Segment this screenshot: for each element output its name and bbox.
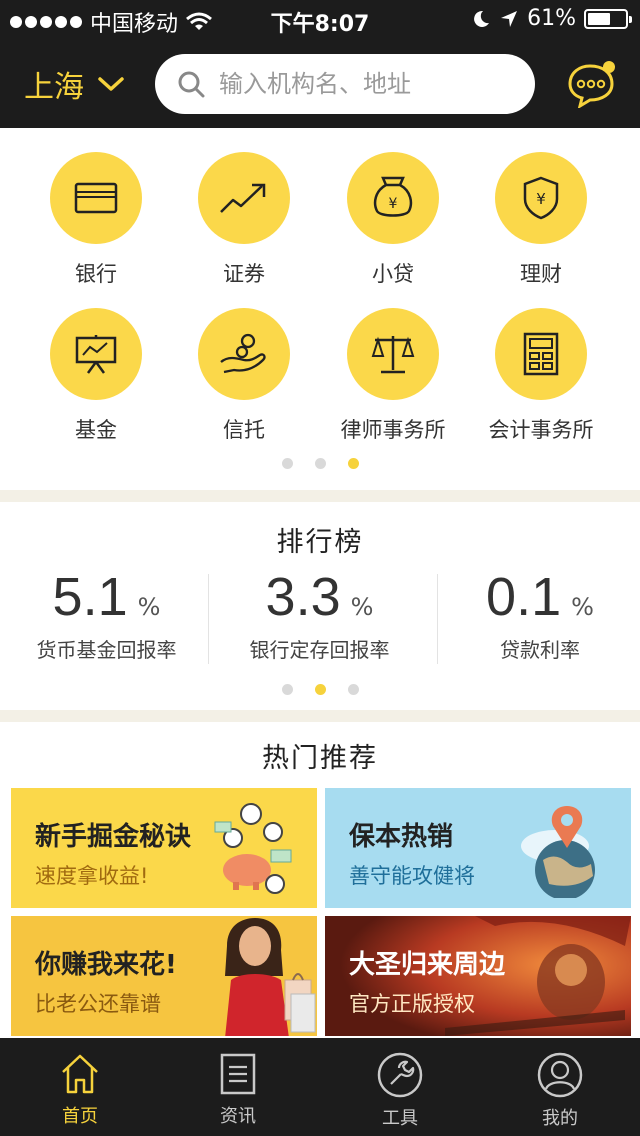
bank-card-icon — [74, 182, 118, 214]
svg-text:¥: ¥ — [389, 196, 398, 212]
promo-card-title: 保本热销 — [349, 822, 454, 852]
promo-card-subtitle: 比老公还靠谱 — [35, 992, 161, 1016]
app-header: 上海 — [0, 40, 640, 128]
tab-label: 资讯 — [220, 1106, 256, 1127]
wrench-icon — [377, 1052, 423, 1098]
pager-dot[interactable] — [281, 458, 293, 469]
ranking-label: 货币基金回报率 — [36, 638, 177, 662]
promo-card-subtitle: 官方正版授权 — [349, 992, 475, 1016]
shopping-woman-image — [225, 918, 316, 1036]
promo-card-title: 你赚我来花! — [35, 950, 177, 980]
tab-label: 我的 — [542, 1108, 578, 1129]
category-label: 证券 — [223, 262, 265, 286]
location-arrow-icon — [501, 10, 518, 27]
pager-dot-active[interactable] — [314, 684, 326, 695]
pager-dot-active[interactable] — [347, 458, 359, 469]
ranking-pager[interactable] — [0, 684, 640, 695]
promo-card-title: 大圣归来周边 — [349, 950, 506, 980]
chevron-down-icon — [98, 77, 124, 91]
ranking-section: 排行榜 5.1% 货币基金回报率 3.3% 银行定存回报率 0.1% 贷款利率 — [0, 502, 640, 710]
presentation-chart-icon — [75, 335, 117, 374]
hot-title: 热门推荐 — [262, 743, 378, 774]
ranking-label: 银行定存回报率 — [249, 638, 390, 662]
message-bubble-icon[interactable] — [566, 60, 618, 108]
category-label: 理财 — [520, 262, 562, 286]
category-microloan[interactable]: ¥ 小贷 — [318, 152, 468, 288]
tab-label: 首页 — [62, 1106, 98, 1127]
pager-dot[interactable] — [281, 684, 293, 695]
hand-coin-icon — [220, 333, 266, 374]
divider — [437, 574, 438, 664]
promo-card-monkey-king[interactable]: 大圣归来周边 官方正版授权 — [325, 916, 631, 1036]
tab-profile[interactable]: 我的 — [480, 1038, 640, 1136]
category-label: 基金 — [75, 418, 117, 442]
category-grid: 银行 证券 ¥ 小贷 ¥ 理财 基金 信托 律师事务所 会计事务所 — [0, 128, 640, 490]
ranking-item[interactable]: 3.3% 银行定存回报率 — [213, 566, 426, 663]
status-bar: 中国移动 下午8:07 61% — [0, 0, 640, 40]
category-trust[interactable]: 信托 — [169, 308, 319, 444]
stock-trend-icon — [220, 183, 266, 213]
category-pager[interactable] — [0, 458, 640, 469]
category-wealth[interactable]: ¥ 理财 — [466, 152, 616, 288]
pager-dot[interactable] — [314, 458, 326, 469]
ranking-value: 5.1 — [52, 567, 128, 627]
category-fund[interactable]: 基金 — [21, 308, 171, 444]
ranking-unit: % — [571, 593, 594, 621]
ranking-item[interactable]: 0.1% 贷款利率 — [440, 566, 640, 663]
tab-label: 工具 — [382, 1108, 418, 1129]
promo-card-principal[interactable]: 保本热销 善守能攻健将 — [325, 788, 631, 908]
promo-card-title: 新手掘金秘诀 — [35, 822, 192, 852]
shield-yuan-icon: ¥ — [523, 176, 559, 220]
piggy-bank-clock-icon — [214, 803, 292, 894]
money-bag-icon: ¥ — [373, 176, 413, 217]
battery-percent: 61% — [527, 6, 576, 31]
category-label: 银行 — [75, 262, 117, 286]
ranking-label: 贷款利率 — [500, 638, 580, 662]
ranking-unit: % — [137, 593, 161, 621]
category-label: 信托 — [223, 418, 265, 442]
city-selector[interactable]: 上海 — [24, 62, 124, 106]
promo-card-newbie[interactable]: 新手掘金秘诀 速度拿收益! — [11, 788, 317, 908]
category-law-firm[interactable]: 律师事务所 — [318, 308, 468, 444]
pager-dot[interactable] — [347, 684, 359, 695]
category-label: 律师事务所 — [340, 418, 446, 442]
moon-icon — [474, 10, 490, 27]
promo-card-subtitle: 速度拿收益! — [35, 864, 149, 888]
category-bank[interactable]: 银行 — [21, 152, 171, 288]
promo-card-subtitle: 善守能攻健将 — [349, 864, 475, 888]
search-icon — [178, 71, 205, 98]
tab-home[interactable]: 首页 — [0, 1038, 160, 1136]
category-label: 会计事务所 — [488, 418, 594, 442]
search-input[interactable] — [219, 70, 519, 98]
category-accounting-firm[interactable]: 会计事务所 — [466, 308, 616, 444]
divider — [208, 574, 209, 664]
category-label: 小贷 — [372, 262, 414, 286]
scales-icon — [371, 336, 415, 374]
home-icon — [62, 1054, 98, 1094]
user-icon — [537, 1052, 583, 1098]
hot-recommend-section: 热门推荐 新手掘金秘诀 速度拿收益! 保本热销 善守能攻健将 你赚我来花! 比老… — [0, 722, 640, 1038]
ranking-value: 3.3 — [265, 567, 341, 627]
tab-tools[interactable]: 工具 — [320, 1038, 480, 1136]
ranking-title: 排行榜 — [276, 527, 364, 558]
bottom-tab-bar: 首页 资讯 工具 我的 — [0, 1038, 640, 1136]
tab-news[interactable]: 资讯 — [158, 1038, 318, 1136]
search-bar[interactable] — [155, 54, 535, 114]
battery-icon — [584, 8, 632, 29]
ranking-item[interactable]: 5.1% 货币基金回报率 — [0, 566, 213, 663]
globe-location-pin-icon — [521, 806, 595, 898]
news-icon — [220, 1053, 256, 1095]
promo-card-spend[interactable]: 你赚我来花! 比老公还靠谱 — [11, 916, 317, 1036]
city-name: 上海 — [24, 70, 84, 105]
calculator-icon — [523, 332, 559, 376]
ranking-unit: % — [350, 593, 374, 621]
category-securities[interactable]: 证券 — [169, 152, 319, 288]
svg-text:¥: ¥ — [536, 190, 546, 208]
ranking-value: 0.1 — [486, 567, 562, 627]
